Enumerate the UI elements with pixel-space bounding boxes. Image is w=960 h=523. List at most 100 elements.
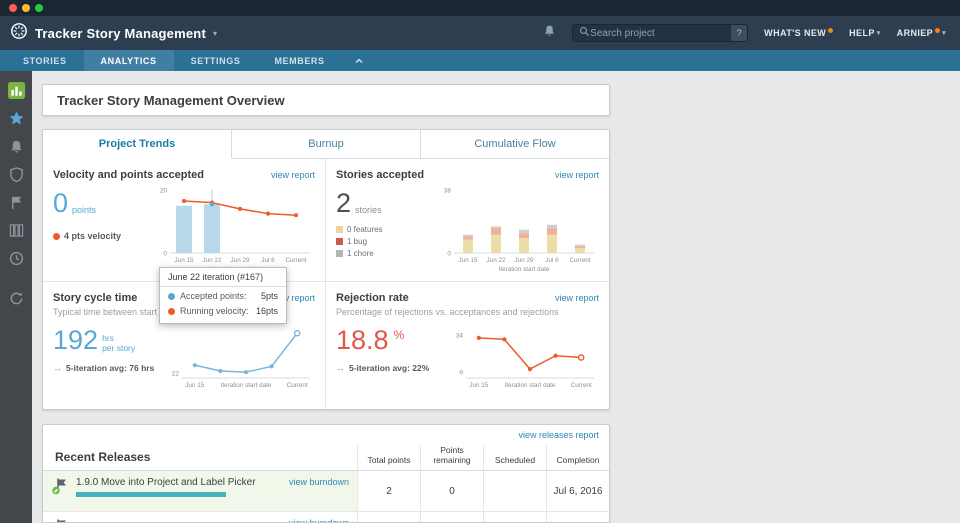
rejection-rate-chart[interactable]: 34 9 Jun 15 Current Iteration start date (449, 325, 599, 391)
cycle-unit-top: hrs (102, 332, 114, 343)
rejection-title: Rejection rate (336, 291, 409, 304)
cycle-unit-bottom: per story (102, 342, 136, 353)
overview-card: Tracker Story Management Overview (42, 84, 610, 116)
velocity-legend-label: 4 pts velocity (64, 231, 122, 241)
clock-icon[interactable] (6, 248, 26, 268)
help-menu[interactable]: HELP ▾ (849, 28, 881, 38)
tab-settings[interactable]: SETTINGS (174, 50, 258, 71)
overview-title: Tracker Story Management Overview (57, 92, 285, 108)
releases-header-row: Recent Releases Total points Points rema… (43, 445, 609, 471)
velocity-panel: Velocity and points accepted view report… (43, 159, 326, 281)
tab-members[interactable]: MEMBERS (257, 50, 341, 71)
rejection-view-report-link[interactable]: view report (555, 293, 599, 303)
features-legend-label: 0 features (347, 225, 383, 234)
svg-text:Jul 6: Jul 6 (261, 257, 275, 264)
tab-stories[interactable]: STORIES (6, 50, 84, 71)
view-burndown-link[interactable]: view burndown (289, 477, 349, 498)
browser-chrome (0, 0, 960, 16)
tooltip-label: Running velocity: (180, 306, 249, 316)
velocity-legend-dot (53, 232, 60, 240)
release-progress-bar (76, 492, 226, 497)
release-name[interactable]: 1.9.0 Move into Project and Label Picker (76, 477, 274, 488)
svg-text:Jun 15: Jun 15 (175, 257, 194, 264)
svg-text:Jun 15: Jun 15 (459, 257, 478, 264)
trends-card: Project Trends Burnup Cumulative Flow Ve… (42, 129, 610, 410)
svg-text:38: 38 (444, 188, 452, 195)
user-caret-icon: ▾ (942, 30, 946, 37)
view-burndown-link[interactable]: view burndown (289, 518, 349, 522)
features-swatch (336, 226, 343, 233)
col-points-remaining: Points remaining (420, 445, 483, 470)
tab-cumulative-flow[interactable]: Cumulative Flow (421, 130, 609, 159)
close-window-button[interactable] (9, 4, 17, 12)
tab-analytics[interactable]: ANALYTICS (83, 50, 174, 71)
tracker-logo-icon[interactable] (10, 22, 28, 45)
rejection-avg-label: 5-iteration avg: 22% (349, 363, 430, 373)
release-row: view burndown (43, 511, 609, 522)
project-nav: STORIES ANALYTICS SETTINGS MEMBERS (0, 50, 960, 71)
col-scheduled: Scheduled (483, 445, 546, 470)
velocity-title: Velocity and points accepted (53, 168, 204, 181)
app-header: Tracker Story Management ▾ ? WHAT'S NEW … (0, 16, 960, 50)
tooltip-label: Accepted points: (180, 291, 247, 301)
search-help-button[interactable]: ? (731, 25, 748, 41)
tab-burnup[interactable]: Burnup (232, 130, 421, 159)
tab-project-trends[interactable]: Project Trends (43, 130, 232, 159)
cycle-value: 192 (53, 325, 99, 355)
user-badge (935, 28, 941, 33)
svg-text:Iteration start date: Iteration start date (505, 382, 556, 389)
star-icon[interactable] (6, 108, 26, 128)
svg-text:34: 34 (456, 332, 464, 339)
release-flag-icon (51, 518, 69, 522)
svg-text:Jun 15: Jun 15 (185, 382, 204, 389)
minimize-window-button[interactable] (22, 4, 30, 12)
col-completion: Completion (546, 445, 609, 470)
releases-title: Recent Releases (55, 450, 151, 465)
velocity-view-report-link[interactable]: view report (271, 170, 315, 180)
svg-text:Jun 22: Jun 22 (203, 257, 222, 264)
svg-text:20: 20 (160, 188, 168, 195)
project-title[interactable]: Tracker Story Management (35, 26, 206, 41)
svg-text:Current: Current (286, 257, 307, 264)
header-actions: ? WHAT'S NEW HELP ▾ ARNIEP ▾ (543, 24, 946, 42)
svg-text:Jun 15: Jun 15 (469, 382, 488, 389)
shield-icon[interactable] (6, 164, 26, 184)
zoom-window-button[interactable] (35, 4, 43, 12)
svg-text:Jul 6: Jul 6 (545, 257, 559, 264)
project-caret-icon[interactable]: ▾ (213, 29, 217, 38)
cycle-time-chart[interactable]: 22 Jun 15 Current Iteration start date (165, 325, 315, 391)
avg-range-icon: ↔ (336, 363, 345, 373)
tooltip-value: 16pts (255, 306, 278, 316)
flag-icon[interactable] (6, 192, 26, 212)
whats-new-link[interactable]: WHAT'S NEW (764, 28, 834, 38)
tooltip-value: 5pts (260, 291, 278, 301)
bell-icon[interactable] (6, 136, 26, 156)
stories-view-report-link[interactable]: view report (555, 170, 599, 180)
view-releases-report-link[interactable]: view releases report (518, 430, 599, 440)
user-menu[interactable]: ARNIEP ▾ (897, 28, 946, 38)
help-caret-icon: ▾ (876, 30, 881, 37)
release-scheduled (483, 471, 546, 511)
release-flag-icon (51, 477, 69, 498)
accepted-points-dot (168, 292, 175, 300)
chores-swatch (336, 250, 343, 257)
notifications-bell-icon[interactable] (543, 24, 556, 42)
release-completion: Jul 6, 2016 (546, 471, 609, 511)
velocity-chart[interactable]: 200Jun 15Jun 22Jun 29Jul 6CurrentIterati… (153, 186, 315, 274)
search-input[interactable] (590, 27, 732, 39)
rejection-value: 18.8 (336, 325, 389, 355)
stories-accepted-panel: Stories accepted view report 2 stories 0… (326, 159, 609, 281)
rejection-unit: % (393, 328, 405, 342)
sync-icon[interactable] (6, 288, 26, 308)
analytics-project-icon[interactable] (6, 80, 26, 100)
velocity-value: 0 (53, 188, 69, 218)
svg-text:Jun 29: Jun 29 (231, 257, 250, 264)
stories-title: Stories accepted (336, 168, 425, 181)
trend-tabs: Project Trends Burnup Cumulative Flow (43, 130, 609, 159)
help-label: HELP (849, 28, 875, 38)
stories-accepted-chart[interactable]: 38 0 Jun 15 Jun 22 Jun 29 Jul 6 Current Iterati… (437, 186, 599, 274)
columns-icon[interactable] (6, 220, 26, 240)
collapse-nav-icon[interactable] (342, 50, 376, 71)
svg-text:9: 9 (459, 370, 463, 377)
running-velocity-dot (168, 307, 175, 315)
